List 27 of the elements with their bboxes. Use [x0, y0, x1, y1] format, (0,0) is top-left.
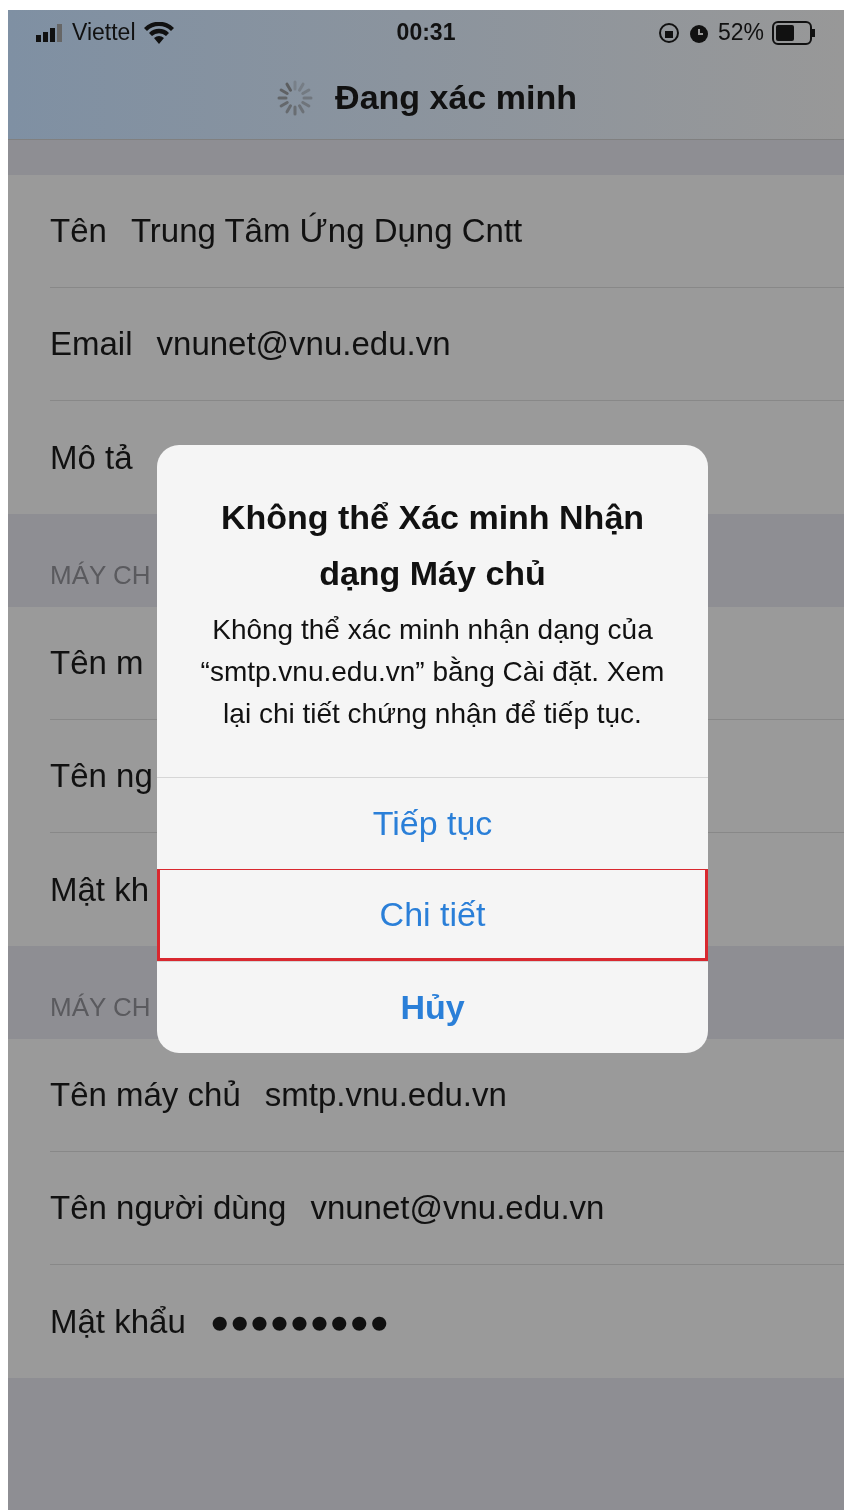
row-label: Email [50, 324, 133, 365]
signal-icon [36, 23, 64, 42]
alert-title: Không thể Xác minh Nhận dạng Máy chủ [219, 497, 646, 594]
row-label: Tên m [50, 643, 144, 684]
alert-action-button[interactable]: Hủy [157, 961, 708, 1053]
row-value: vnunet@vnu.edu.vn [310, 1188, 605, 1229]
row-label: Mô tả [50, 437, 133, 478]
rotation-lock-icon [657, 21, 680, 44]
alert-action-button[interactable]: Chi tiết [157, 869, 708, 961]
row-value: vnunet@vnu.edu.vn [156, 324, 451, 365]
wifi-icon [143, 21, 174, 44]
nav-title: Đang xác minh [335, 77, 577, 118]
status-time: 00:31 [396, 18, 456, 48]
carrier-name: Viettel [72, 18, 136, 48]
row-label: Mật kh [50, 869, 150, 910]
row-value: Trung Tâm Ứng Dụng Cntt [130, 211, 523, 252]
row-label: Mật khẩu [50, 1301, 186, 1342]
alert-message: Không thể xác minh nhận dạng của “smtp.vnu.edu.vn” bằng Cài đặt. Xem lại chi tiết chứng nhận để tiếp tục. [199, 613, 666, 731]
row-value: smtp.vnu.edu.vn [264, 1075, 507, 1116]
row-label: Tên ng [50, 756, 153, 797]
battery-percent: 52% [717, 18, 764, 48]
row-label: Tên máy chủ [50, 1075, 241, 1116]
row-value: ●●●●●●●●● [209, 1301, 390, 1342]
battery-icon [772, 20, 816, 45]
alert-action-button[interactable]: Tiếp tục [157, 777, 708, 869]
row-label: Tên [50, 211, 107, 252]
row-label: Tên người dùng [50, 1188, 287, 1229]
